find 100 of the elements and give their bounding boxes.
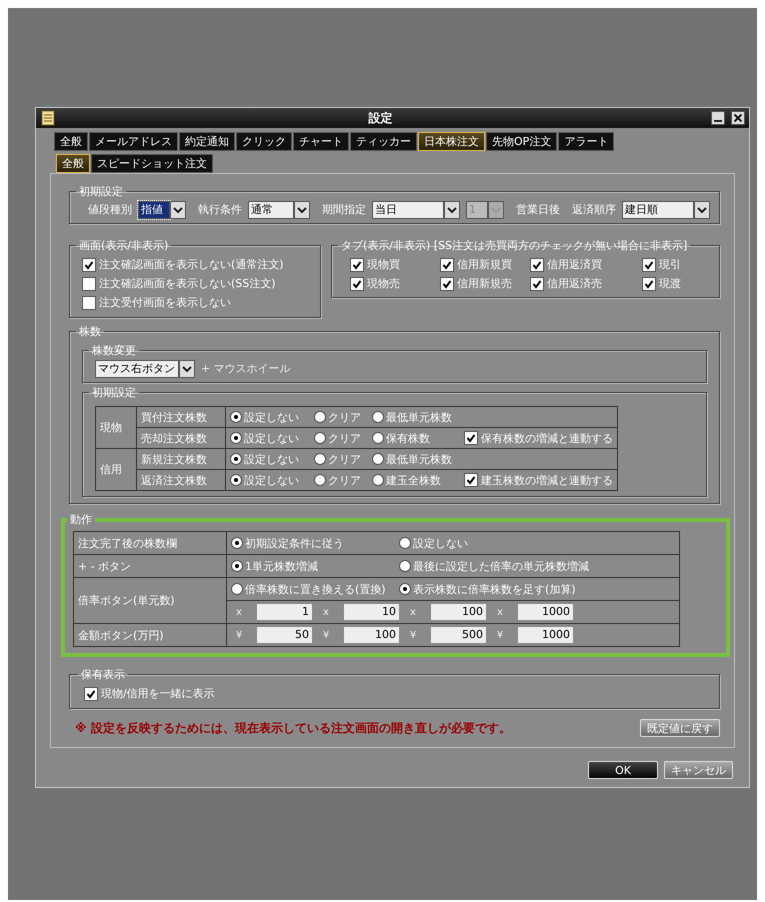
chevron-down-icon (170, 200, 186, 218)
radio-option[interactable]: 設定しない (230, 472, 314, 488)
radio-button[interactable] (372, 432, 384, 444)
radio-option[interactable]: クリア (314, 472, 372, 488)
checkbox-option[interactable]: 現物売 (350, 274, 440, 293)
checkbox-option[interactable]: 現引 (642, 255, 722, 274)
radio-option[interactable]: 最後に設定した倍率の単元株数増減 (399, 558, 595, 574)
tab[interactable]: 約定通知 (179, 132, 235, 151)
checkbox[interactable] (440, 258, 454, 272)
radio-button[interactable] (399, 537, 411, 549)
tab[interactable]: アラート (558, 132, 614, 151)
prefix-label: ¥ (496, 630, 504, 640)
checkbox-option[interactable]: 信用新規買 (440, 255, 530, 274)
cancel-button[interactable]: キャンセル (664, 761, 733, 779)
radio-button[interactable] (231, 583, 243, 595)
radio-button[interactable] (399, 560, 411, 572)
radio-option[interactable]: 初期設定条件に従う (231, 536, 399, 550)
row-label: 買付注文株数 (136, 406, 226, 428)
chevron-down-icon (444, 200, 460, 218)
radio-button[interactable] (230, 453, 242, 465)
radio-option[interactable]: 表示株数に倍率株数を足す(加算) (399, 582, 595, 596)
radio-button[interactable] (314, 453, 326, 465)
row-label: 金額ボタン(万円) (74, 624, 226, 646)
radio-button[interactable] (314, 411, 326, 423)
reset-button[interactable]: 既定値に戻す (640, 719, 720, 737)
field-label: 期間指定 (322, 202, 366, 217)
tab[interactable]: チャート (293, 132, 349, 151)
checkbox[interactable] (642, 276, 656, 290)
checkbox-option[interactable]: 注文確認画面を表示しない(通常注文) (82, 255, 310, 274)
radio-option[interactable]: 倍率株数に置き換える(置換) (231, 582, 399, 596)
notebook-icon (40, 110, 56, 126)
tab[interactable]: 全般 (54, 132, 88, 151)
number-field[interactable]: 50 (257, 627, 312, 643)
radio-option[interactable]: 最低単元株数 (372, 410, 464, 424)
number-field[interactable]: 100 (431, 604, 486, 620)
tab[interactable]: スピードショット注文 (91, 154, 213, 173)
checkbox[interactable] (350, 276, 364, 290)
radio-option[interactable]: 設定しない (230, 410, 314, 424)
tab[interactable]: 先物OP注文 (486, 132, 558, 151)
number-field[interactable]: 1000 (518, 627, 573, 643)
radio-option[interactable]: クリア (314, 430, 372, 446)
radio-option[interactable]: 最低単元株数 (372, 452, 464, 466)
radio-button[interactable] (230, 474, 242, 486)
checkbox[interactable] (530, 276, 544, 290)
checkbox[interactable] (350, 258, 364, 272)
radio-button[interactable] (314, 474, 326, 486)
checkbox-option[interactable]: 注文確認画面を表示しない(SS注文) (82, 274, 310, 293)
checkbox[interactable] (642, 258, 656, 272)
prefix-label: x (409, 606, 417, 618)
radio-button[interactable] (230, 411, 242, 423)
checkbox[interactable] (82, 296, 96, 310)
checkbox-option[interactable]: 建玉株数の増減と連動する (464, 470, 613, 490)
tab[interactable]: メールアドレス (89, 132, 178, 151)
ok-button[interactable]: OK (588, 761, 658, 779)
radio-option[interactable]: 設定しない (399, 536, 595, 550)
checkbox[interactable] (464, 473, 478, 487)
hint-text: + マウスホイール (201, 361, 291, 376)
minimize-icon[interactable] (711, 111, 725, 125)
number-field[interactable]: 500 (431, 627, 486, 643)
tab[interactable]: 日本株注文 (418, 132, 485, 151)
group-title: 初期設定 (91, 385, 137, 400)
number-field[interactable]: 1000 (518, 604, 573, 620)
number-field[interactable]: 10 (344, 604, 399, 620)
checkbox[interactable] (530, 258, 544, 272)
checkbox-option[interactable]: 現渡 (642, 274, 722, 293)
radio-option[interactable]: 設定しない (230, 430, 314, 446)
radio-button[interactable] (372, 453, 384, 465)
checkbox-option[interactable]: 現物/信用を一緒に表示 (84, 684, 709, 703)
radio-button[interactable] (399, 583, 411, 595)
checkbox[interactable] (440, 276, 454, 290)
radio-option[interactable]: 設定しない (230, 452, 314, 466)
radio-option[interactable]: 建玉全株数 (372, 472, 464, 488)
radio-button[interactable] (231, 537, 243, 549)
field-label: 返済順序 (572, 202, 616, 217)
checkbox[interactable] (82, 258, 96, 272)
checkbox[interactable] (82, 276, 96, 290)
checkbox-option[interactable]: 注文受付画面を表示しない (82, 293, 310, 312)
radio-option[interactable]: 保有株数 (372, 430, 464, 446)
close-icon[interactable] (731, 111, 745, 125)
radio-option[interactable]: クリア (314, 452, 372, 466)
checkbox-option[interactable]: 現物買 (350, 255, 440, 274)
radio-option[interactable]: クリア (314, 410, 372, 424)
checkbox[interactable] (84, 686, 98, 700)
checkbox-option[interactable]: 信用新規売 (440, 274, 530, 293)
group-title: 動作 (69, 512, 93, 527)
radio-button[interactable] (314, 432, 326, 444)
tab[interactable]: 全般 (56, 154, 90, 173)
checkbox-option[interactable]: 信用返済売 (530, 274, 642, 293)
radio-button[interactable] (372, 474, 384, 486)
radio-button[interactable] (230, 432, 242, 444)
radio-option[interactable]: 1単元株数増減 (231, 558, 399, 574)
radio-button[interactable] (231, 560, 243, 572)
tab[interactable]: ティッカー (350, 132, 417, 151)
checkbox[interactable] (464, 431, 478, 445)
radio-button[interactable] (372, 411, 384, 423)
tab[interactable]: クリック (236, 132, 292, 151)
checkbox-option[interactable]: 信用返済買 (530, 255, 642, 274)
number-field[interactable]: 100 (344, 627, 399, 643)
number-field[interactable]: 1 (257, 604, 312, 620)
checkbox-option[interactable]: 保有株数の増減と連動する (464, 428, 613, 448)
